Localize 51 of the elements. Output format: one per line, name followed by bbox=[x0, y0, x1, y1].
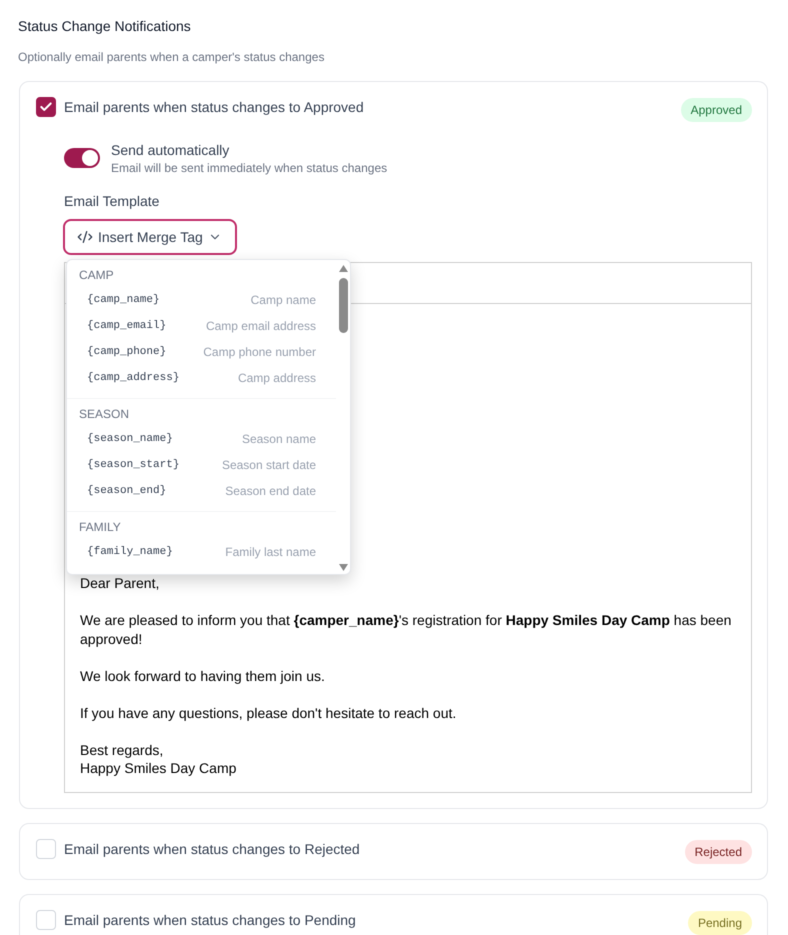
group-heading: FAMILY bbox=[78, 519, 122, 535]
option-label: Email parents when status changes to Approved bbox=[64, 98, 365, 117]
merge-tag-option[interactable]: {season_name} Season name bbox=[67, 426, 336, 452]
email-paragraph: We are pleased to inform you that {camper_name}'s registration for Happy Smiles Day Camp has been approved! bbox=[80, 611, 732, 648]
tag-description: Camp name bbox=[250, 292, 316, 308]
scroll-down-arrow-icon[interactable] bbox=[338, 564, 348, 571]
tag-description: Season name bbox=[242, 431, 316, 447]
merge-tag-code: {family_name} bbox=[87, 545, 173, 560]
merge-tag-code: {season_name} bbox=[87, 432, 173, 447]
scrollbar-thumb[interactable] bbox=[338, 278, 348, 333]
section-subtitle: Optionally email parents when a camper's status changes bbox=[18, 49, 326, 65]
merge-tag-code: {camp_email} bbox=[87, 319, 166, 334]
tag-description: Camp phone number bbox=[203, 344, 316, 360]
merge-tag-option[interactable]: {season_start} Season start date bbox=[67, 452, 336, 478]
toggle-switch[interactable] bbox=[64, 148, 100, 168]
check-icon bbox=[39, 100, 53, 114]
email-paragraph: Best regards, Happy Smiles Day Camp bbox=[80, 740, 238, 778]
tag-description: Season end date bbox=[225, 483, 316, 499]
tag-description: Family last name bbox=[225, 544, 316, 560]
merge-tag-code: {season_start} bbox=[87, 458, 180, 473]
group-heading: CAMP bbox=[78, 267, 115, 283]
option-label: Email parents when status changes to Pending bbox=[64, 910, 357, 930]
merge-tag-option[interactable]: {family_name} Family last name bbox=[67, 539, 336, 565]
merge-tag-option[interactable]: {camp_address} Camp address bbox=[67, 365, 336, 391]
email-paragraph: Dear Parent, bbox=[80, 574, 160, 592]
toggle-description: Email will be sent immediately when status changes bbox=[111, 160, 388, 176]
status-badge: Pending bbox=[688, 910, 752, 934]
status-badge: Rejected bbox=[684, 840, 752, 864]
merge-tag-option[interactable]: {camp_phone} Camp phone number bbox=[67, 339, 336, 365]
option-label: Email parents when status changes to Rejected bbox=[64, 840, 361, 858]
merge-tag-code: {season_end} bbox=[87, 484, 166, 499]
scroll-up-arrow-icon[interactable] bbox=[338, 265, 348, 272]
email-paragraph: If you have any questions, please don't hesitate to reach out. bbox=[80, 704, 458, 722]
code-icon bbox=[77, 229, 93, 245]
merge-tag-option[interactable]: {season_end} Season end date bbox=[67, 478, 336, 504]
merge-tag-code: {camp_phone} bbox=[87, 345, 166, 360]
tag-description: Season start date bbox=[222, 457, 316, 473]
insert-merge-tag-button[interactable]: Insert Merge Tag bbox=[63, 219, 237, 255]
email-paragraph: We look forward to having them join us. bbox=[80, 666, 326, 685]
section-title: Status Change Notifications bbox=[18, 17, 192, 36]
template-label: Email Template bbox=[64, 192, 160, 211]
group-heading: SEASON bbox=[78, 406, 130, 422]
checkbox[interactable] bbox=[36, 97, 56, 117]
toggle-label: Send automatically bbox=[111, 141, 230, 160]
merge-tag-option[interactable]: {camp_email} Camp email address bbox=[67, 313, 336, 339]
tag-description: Camp email address bbox=[206, 318, 316, 334]
merge-tag-code: {camp_name} bbox=[87, 293, 160, 308]
tag-description: Camp address bbox=[238, 370, 316, 386]
status-badge: Approved bbox=[680, 98, 752, 122]
merge-tag-option[interactable]: {camp_name} Camp name bbox=[67, 287, 336, 313]
merge-tag-code: {camp_address} bbox=[87, 371, 180, 386]
